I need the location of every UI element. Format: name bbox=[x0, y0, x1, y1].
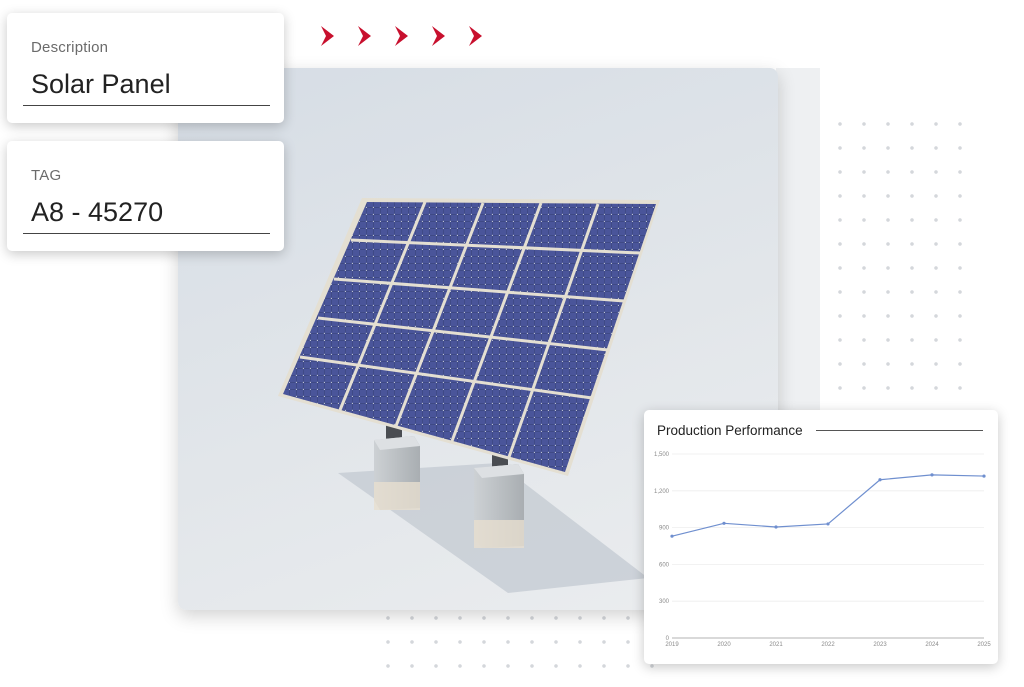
x-tick-label: 2019 bbox=[665, 642, 679, 648]
x-tick-label: 2024 bbox=[925, 642, 939, 648]
data-point bbox=[982, 474, 986, 478]
tag-field-card: TAG A8 - 45270 bbox=[7, 141, 284, 251]
series-line bbox=[671, 474, 985, 537]
chevron-right-icon bbox=[432, 26, 445, 46]
production-chart-card: Production Performance 0 300 600 900 1,200 1,… bbox=[644, 410, 998, 664]
chevron-right-icon bbox=[469, 26, 482, 46]
data-point bbox=[670, 534, 674, 538]
data-point bbox=[774, 525, 778, 529]
y-tick-label: 1,200 bbox=[654, 489, 670, 495]
x-tick-label: 2021 bbox=[769, 642, 783, 648]
y-tick-label: 600 bbox=[659, 562, 670, 568]
chevron-row bbox=[318, 23, 488, 49]
chevron-right-icon bbox=[358, 26, 371, 46]
tag-value[interactable]: A8 - 45270 bbox=[31, 197, 163, 228]
description-underline bbox=[23, 105, 270, 106]
data-point bbox=[878, 478, 882, 482]
x-tick-label: 2023 bbox=[873, 642, 887, 648]
x-tick-label: 2022 bbox=[821, 642, 835, 648]
x-tick-label: 2025 bbox=[977, 642, 991, 648]
y-tick-label: 300 bbox=[659, 599, 670, 605]
y-tick-label: 1,500 bbox=[654, 452, 670, 458]
dot-pattern-bottom bbox=[376, 606, 656, 676]
tag-label: TAG bbox=[31, 167, 62, 184]
chevron-right-icon bbox=[321, 26, 334, 46]
description-label: Description bbox=[31, 39, 109, 56]
data-point bbox=[826, 522, 830, 526]
photo-backdrop bbox=[776, 68, 820, 428]
y-tick-label: 900 bbox=[659, 526, 670, 532]
x-tick-label: 2020 bbox=[717, 642, 731, 648]
data-point bbox=[930, 473, 934, 477]
description-value[interactable]: Solar Panel bbox=[31, 69, 171, 100]
chevron-right-icon bbox=[395, 26, 408, 46]
tag-underline bbox=[23, 233, 270, 234]
description-field-card: Description Solar Panel bbox=[7, 13, 284, 123]
production-line-chart: 03006009001,2001,5002019 2020 2021 2022 2023… bbox=[654, 452, 991, 648]
data-point bbox=[722, 521, 726, 525]
